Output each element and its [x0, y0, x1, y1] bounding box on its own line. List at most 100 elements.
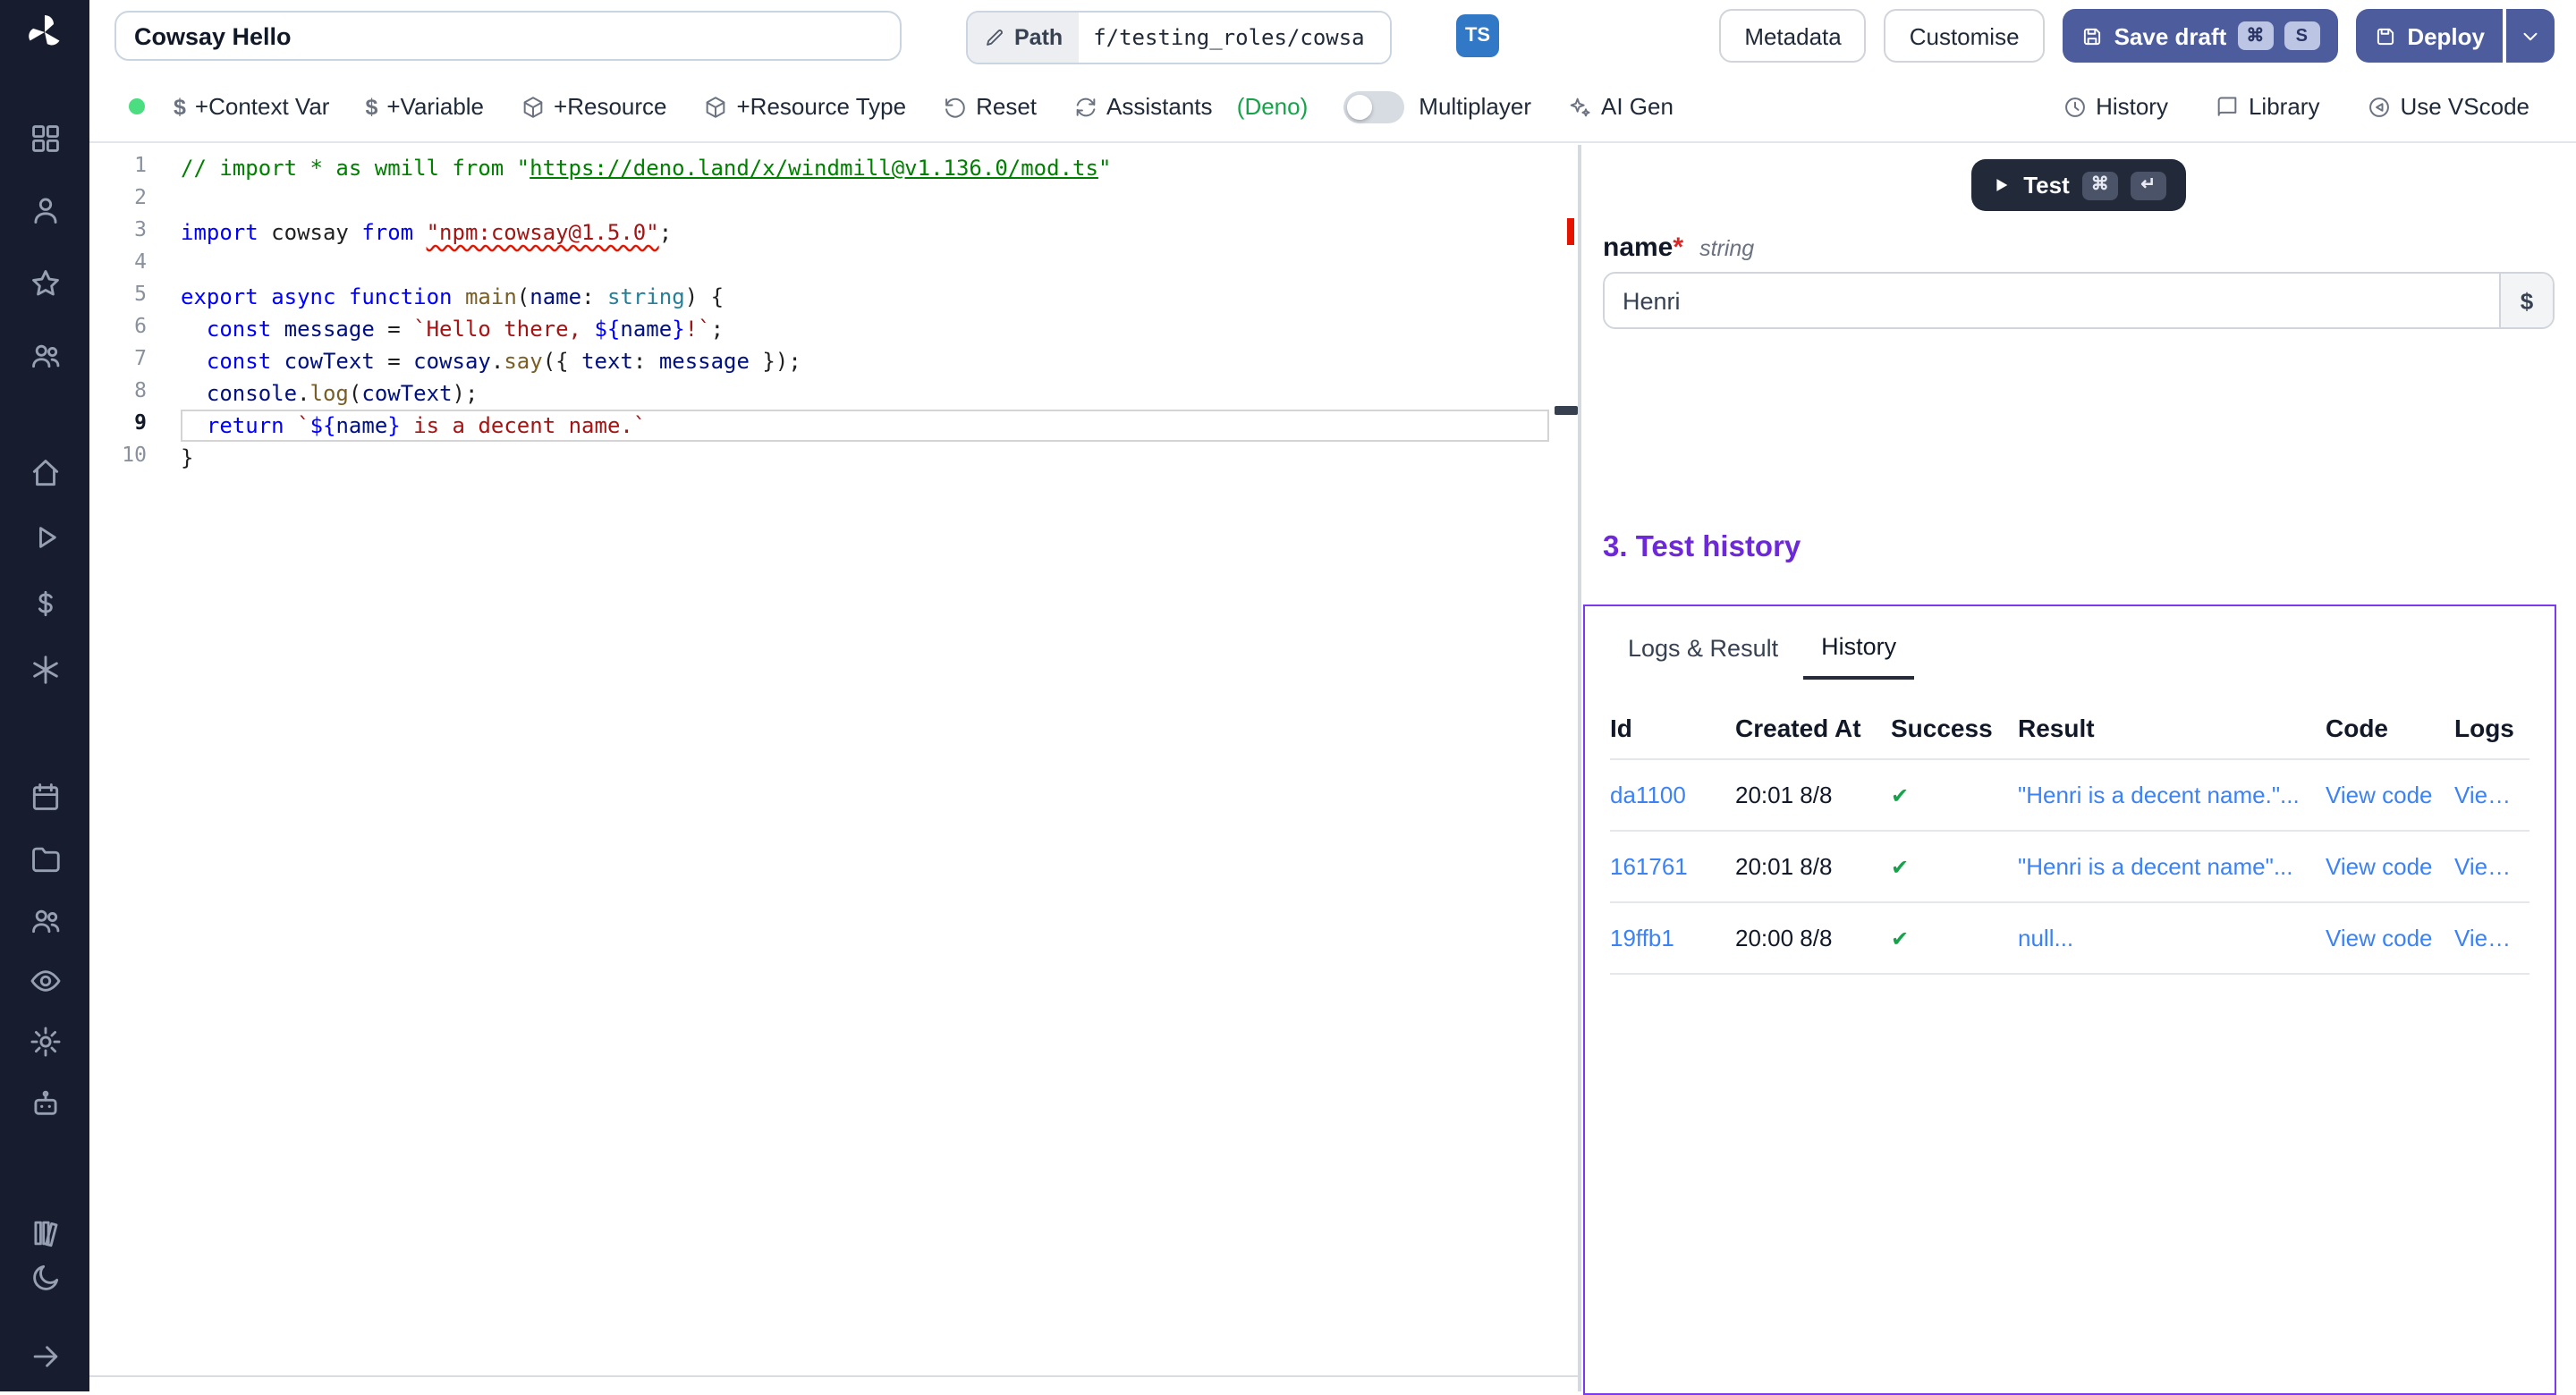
- add-context-var-button[interactable]: $ +Context Var: [174, 93, 329, 120]
- deploy-label: Deploy: [2407, 22, 2485, 49]
- tab-logs-result[interactable]: Logs & Result: [1610, 624, 1796, 680]
- code-line[interactable]: // import * as wmill from "https://deno.…: [181, 152, 1549, 184]
- scroll-position-marker[interactable]: [1555, 406, 1578, 415]
- asterisk-icon[interactable]: [23, 647, 66, 690]
- history-tabs: Logs & Result History: [1585, 606, 2555, 680]
- library-button[interactable]: Library: [2215, 93, 2320, 120]
- line-number: 3: [89, 216, 165, 249]
- code-line[interactable]: [181, 249, 1549, 281]
- groups-icon[interactable]: [23, 898, 66, 941]
- deploy-dropdown-button[interactable]: [2506, 9, 2555, 63]
- code-line[interactable]: const message = `Hello there, ${name}!`;: [181, 313, 1549, 345]
- reset-label: Reset: [976, 93, 1037, 120]
- code-line[interactable]: console.log(cowText);: [181, 377, 1549, 410]
- toggle-knob: [1347, 94, 1372, 119]
- tab-history[interactable]: History: [1803, 624, 1914, 680]
- books-icon[interactable]: [23, 1211, 66, 1254]
- collapse-arrow-right-icon[interactable]: [23, 1334, 66, 1377]
- variable-picker-button[interactable]: $: [2499, 274, 2553, 327]
- test-button[interactable]: Test ⌘ ↵: [1971, 159, 2186, 211]
- run-id-link[interactable]: 161761: [1610, 853, 1735, 880]
- chevron-down-icon: [2519, 24, 2542, 47]
- dollar-icon: $: [174, 94, 186, 119]
- result-link[interactable]: "Henri is a decent name."...: [2018, 782, 2326, 808]
- history-row: 16176120:01 8/8✔"Henri is a decent name"…: [1610, 832, 2529, 903]
- customise-button[interactable]: Customise: [1885, 9, 2045, 63]
- code-line[interactable]: const cowText = cowsay.say({ text: messa…: [181, 345, 1549, 377]
- code-line[interactable]: return `${name} is a decent name.`: [181, 410, 1549, 442]
- kbd-cmd: ⌘: [2237, 21, 2273, 50]
- deploy-button[interactable]: Deploy: [2355, 9, 2503, 63]
- view-logs-link[interactable]: View logs: [2454, 782, 2529, 808]
- users-group-icon[interactable]: [23, 333, 66, 376]
- pencil-icon: [984, 27, 1005, 48]
- created-at-value: 20:00 8/8: [1735, 925, 1891, 951]
- typescript-badge: TS: [1456, 14, 1499, 57]
- windmill-logo-icon[interactable]: [23, 11, 66, 54]
- home-icon[interactable]: [23, 451, 66, 494]
- required-asterisk: *: [1673, 232, 1683, 263]
- code-line[interactable]: [181, 184, 1549, 216]
- view-code-link[interactable]: View code: [2326, 782, 2454, 808]
- reset-button[interactable]: Reset: [942, 93, 1037, 120]
- view-code-link[interactable]: View code: [2326, 925, 2454, 951]
- add-variable-button[interactable]: $+Variable: [365, 93, 484, 120]
- run-id-link[interactable]: 19ffb1: [1610, 925, 1735, 951]
- cube-icon: [703, 94, 728, 119]
- line-number: 5: [89, 281, 165, 313]
- add-resource-type-button[interactable]: +Resource Type: [703, 93, 907, 120]
- use-vscode-button[interactable]: Use VScode: [2366, 93, 2529, 120]
- add-resource-label: +Resource: [554, 93, 666, 120]
- folder-icon[interactable]: [23, 837, 66, 880]
- history-button[interactable]: History: [2062, 93, 2168, 120]
- code-line[interactable]: import cowsay from "npm:cowsay@1.5.0";: [181, 216, 1549, 249]
- editor-toolbar: $ +Context Var $+Variable +Resource +Reso…: [89, 72, 2576, 143]
- deploy-group: Deploy: [2355, 9, 2555, 63]
- grid-icon[interactable]: [23, 116, 66, 159]
- run-id-link[interactable]: da1100: [1610, 782, 1735, 808]
- code-line[interactable]: export async function main(name: string)…: [181, 281, 1549, 313]
- result-link[interactable]: "Henri is a decent name"...: [2018, 853, 2326, 880]
- multiplayer-toggle[interactable]: [1343, 90, 1404, 123]
- cube-icon: [520, 94, 545, 119]
- runs-play-icon[interactable]: [23, 515, 66, 558]
- error-overview-marker: [1567, 218, 1574, 245]
- line-number: 8: [89, 377, 165, 410]
- name-input[interactable]: [1605, 274, 2499, 327]
- moon-icon[interactable]: [23, 1256, 66, 1298]
- assistants-button[interactable]: Assistants (Deno): [1072, 93, 1308, 120]
- eye-icon[interactable]: [23, 959, 66, 1002]
- code-line[interactable]: }: [181, 442, 1549, 474]
- gear-icon[interactable]: [23, 1019, 66, 1062]
- calendar-icon[interactable]: [23, 774, 66, 817]
- star-icon[interactable]: [23, 261, 66, 304]
- ai-gen-button[interactable]: AI Gen: [1567, 93, 1674, 120]
- path-input[interactable]: [1079, 13, 1390, 63]
- result-link[interactable]: null...: [2018, 925, 2326, 951]
- kbd-s: S: [2284, 21, 2319, 50]
- variables-dollar-icon[interactable]: [23, 581, 66, 624]
- path-edit-button[interactable]: Path: [968, 13, 1079, 63]
- user-icon[interactable]: [23, 188, 66, 231]
- code-editor[interactable]: 12345678910 // import * as wmill from "h…: [89, 145, 1578, 1391]
- robot-icon[interactable]: [23, 1082, 66, 1125]
- script-name-input[interactable]: [114, 11, 902, 61]
- view-code-link[interactable]: View code: [2326, 853, 2454, 880]
- save-icon: [2080, 24, 2104, 47]
- test-history-box: Logs & Result History Id Created At Succ…: [1583, 604, 2556, 1395]
- book-icon: [2215, 94, 2240, 119]
- horizontal-splitter[interactable]: [89, 1375, 1578, 1377]
- library-label: Library: [2249, 93, 2320, 120]
- history-label: History: [2096, 93, 2168, 120]
- deploy-icon: [2373, 24, 2396, 47]
- view-logs-link[interactable]: View logs: [2454, 853, 2529, 880]
- save-draft-button[interactable]: Save draft ⌘ S: [2063, 9, 2338, 63]
- history-table-body: da110020:01 8/8✔"Henri is a decent name.…: [1610, 760, 2529, 975]
- editor-code[interactable]: // import * as wmill from "https://deno.…: [165, 145, 1578, 1391]
- success-check-icon: ✔: [1891, 782, 2018, 807]
- add-context-var-label: +Context Var: [195, 93, 330, 120]
- metadata-button[interactable]: Metadata: [1719, 9, 1866, 63]
- assistants-lang: (Deno): [1237, 93, 1309, 120]
- add-resource-button[interactable]: +Resource: [520, 93, 666, 120]
- view-logs-link[interactable]: View logs: [2454, 925, 2529, 951]
